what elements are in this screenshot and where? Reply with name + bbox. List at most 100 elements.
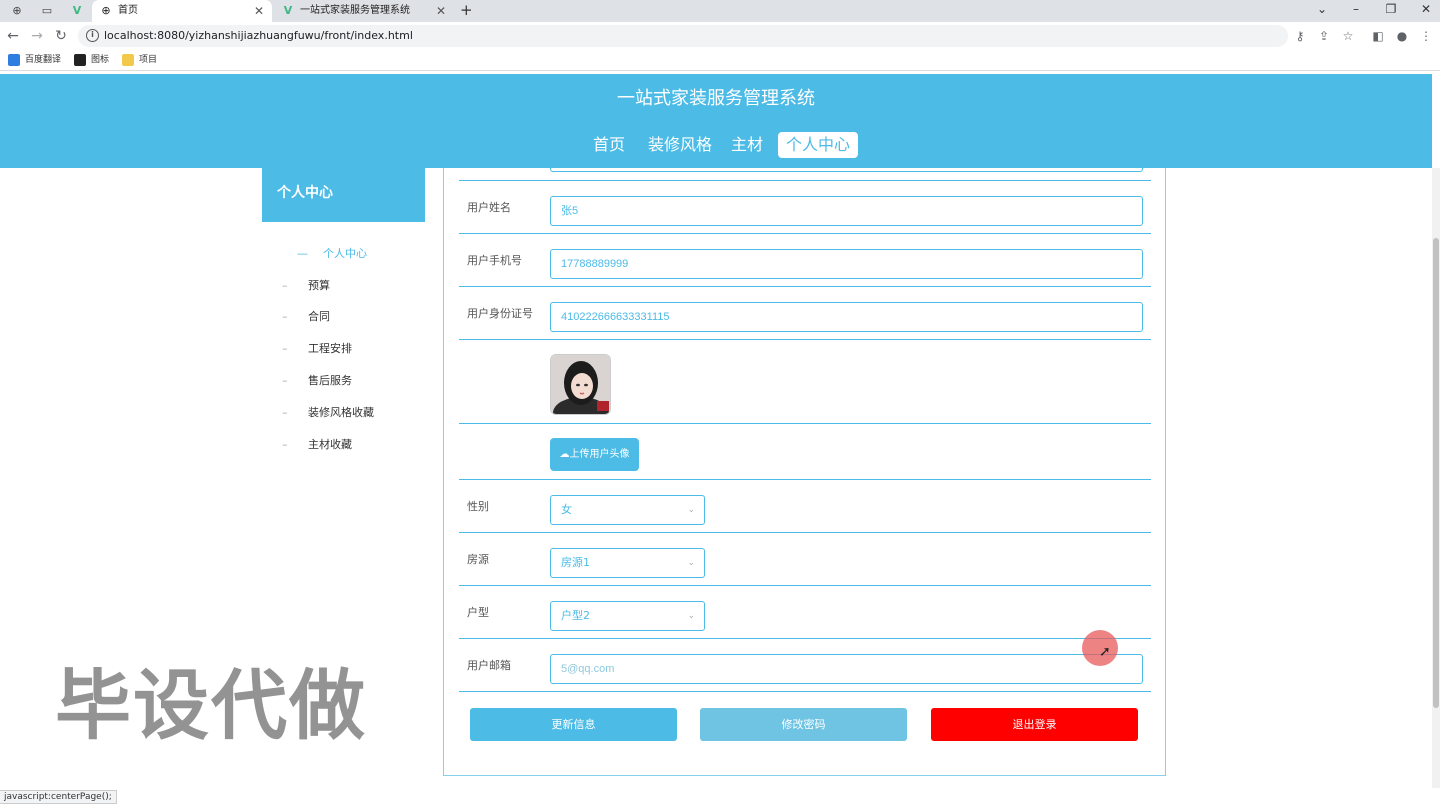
chevron-down-icon: ⌄ [687, 558, 695, 568]
browser-status-bar: javascript:centerPage(); [0, 790, 117, 804]
gender-label: 性别 [467, 500, 489, 513]
site-header: 一站式家装服务管理系统 首页 装修风格 主材 个人中心 [0, 74, 1432, 168]
close-icon[interactable]: ✕ [436, 0, 446, 22]
update-info-button[interactable]: 更新信息 [470, 708, 677, 741]
phone-input[interactable]: 17788889999 [550, 249, 1143, 279]
house-select[interactable]: 房源1 ⌄ [550, 548, 705, 578]
address-bar-row: ← → ↻ i localhost:8080/yizhanshijiazhuan… [0, 22, 1440, 50]
bookmark-label: 图标 [91, 55, 110, 65]
mouse-cursor-icon: ➚ [1099, 644, 1111, 660]
form-row-avatar [459, 340, 1151, 424]
kebab-menu-icon[interactable]: ⋮ [1418, 28, 1434, 44]
bookmarks-bar: 百度翻译 图标 项目 [0, 50, 1440, 71]
user-avatar [550, 354, 611, 415]
gender-select[interactable]: 女 ⌄ [550, 495, 705, 525]
id-number-input[interactable]: 410222666633331115 [550, 302, 1143, 332]
bookmark-icons[interactable]: 图标 [74, 53, 109, 67]
form-row-layout: 户型 户型2 ⌄ [459, 586, 1151, 639]
side-panel-icon[interactable]: ◧ [1370, 28, 1386, 44]
sidebar-item-personal-center[interactable]: — 个人中心 [297, 246, 367, 262]
upload-label: 上传用户头像 [569, 449, 630, 460]
url-omnibox[interactable]: i localhost:8080/yizhanshijiazhuangfuwu/… [78, 25, 1288, 47]
name-label: 用户姓名 [467, 201, 511, 214]
pinned-tab-globe-icon[interactable]: ⊕ [6, 2, 28, 20]
form-row-gender: 性别 女 ⌄ [459, 480, 1151, 533]
site-info-icon[interactable]: i [86, 29, 99, 42]
restore-icon[interactable]: ❐ [1381, 0, 1401, 18]
globe-icon: ⊕ [101, 4, 111, 17]
window-close-icon[interactable]: ✕ [1416, 0, 1436, 18]
layout-label: 户型 [467, 606, 489, 619]
browser-tab-strip: ⊕ ▭ V ⊕ 首页 ✕ V 一站式家装服务管理系统 ✕ + ⌄ – ❐ ✕ [0, 0, 1440, 22]
star-bookmark-icon[interactable]: ☆ [1340, 28, 1356, 44]
upload-avatar-button[interactable]: ☁上传用户头像 [550, 438, 639, 471]
dash-icon: – [282, 342, 288, 355]
dash-icon: — [297, 247, 308, 260]
bookmark-folder-project[interactable]: 项目 [122, 53, 157, 67]
share-icon[interactable]: ⇪ [1316, 28, 1332, 44]
form-row-email: 用户邮箱 5@qq.com [459, 639, 1151, 692]
scrollbar-thumb[interactable] [1433, 238, 1439, 708]
chevron-down-icon: ⌄ [687, 611, 695, 621]
change-password-button[interactable]: 修改密码 [700, 708, 907, 741]
name-input[interactable]: 张5 [550, 196, 1143, 226]
bookmark-baidu-translate[interactable]: 百度翻译 [8, 53, 61, 67]
email-input[interactable]: 5@qq.com [550, 654, 1143, 684]
sidebar-item-budget[interactable]: – 预算 [282, 278, 330, 294]
cloud-upload-icon: ☁ [559, 449, 570, 460]
page-scrollbar[interactable] [1432, 168, 1440, 788]
dash-icon: – [282, 279, 288, 292]
nav-decoration-style[interactable]: 装修风格 [648, 132, 712, 158]
sidebar-item-contract[interactable]: – 合同 [282, 309, 330, 325]
tab-title: 一站式家装服务管理系统 [300, 5, 410, 16]
tab-search-chevron-icon[interactable]: ⌄ [1312, 0, 1332, 18]
nav-personal-center[interactable]: 个人中心 [778, 132, 859, 158]
url-text[interactable]: localhost:8080/yizhanshijiazhuangfuwu/fr… [104, 25, 413, 47]
watermark-text: 毕设代做 [55, 661, 367, 750]
gender-value: 女 [561, 503, 572, 516]
image-icon [74, 54, 86, 66]
vue-icon: V [283, 4, 293, 17]
sidebar-item-after-sales[interactable]: – 售后服务 [282, 373, 352, 389]
new-tab-plus-icon[interactable]: + [460, 0, 473, 20]
id-number-label: 用户身份证号 [467, 307, 533, 320]
email-label: 用户邮箱 [467, 659, 511, 672]
minimize-icon[interactable]: – [1346, 0, 1366, 18]
profile-form-panel: 用户姓名 张5 用户手机号 17788889999 用户身份证号 4102226… [443, 134, 1166, 776]
dash-icon: – [282, 310, 288, 323]
sidebar-item-label: 装修风格收藏 [308, 406, 374, 419]
reload-icon[interactable]: ↻ [52, 27, 70, 45]
chevron-down-icon: ⌄ [687, 505, 695, 515]
phone-label: 用户手机号 [467, 254, 522, 267]
close-icon[interactable]: ✕ [254, 0, 264, 22]
pinned-tab-vue-icon[interactable]: V [66, 2, 88, 20]
tab-title: 首页 [118, 5, 138, 16]
nav-main-materials[interactable]: 主材 [731, 132, 763, 158]
logout-button[interactable]: 退出登录 [931, 708, 1138, 741]
key-icon[interactable]: ⚷ [1292, 28, 1308, 44]
bookmark-label: 百度翻译 [25, 55, 62, 65]
profile-avatar-icon[interactable]: ● [1394, 28, 1410, 44]
form-row-id-number: 用户身份证号 410222666633331115 [459, 287, 1151, 340]
form-row-name: 用户姓名 张5 [459, 181, 1151, 234]
browser-tab-system[interactable]: V 一站式家装服务管理系统 ✕ [274, 0, 454, 22]
sidebar-item-material-favorites[interactable]: – 主材收藏 [282, 437, 352, 453]
back-arrow-icon[interactable]: ← [4, 27, 22, 45]
house-value: 房源1 [561, 556, 590, 569]
house-label: 房源 [467, 553, 489, 566]
form-row-phone: 用户手机号 17788889999 [459, 234, 1151, 287]
form-row-upload: ☁上传用户头像 [459, 424, 1151, 480]
sidebar-item-label: 主材收藏 [308, 438, 352, 451]
sidebar-item-style-favorites[interactable]: – 装修风格收藏 [282, 405, 374, 421]
forward-arrow-icon[interactable]: → [28, 27, 46, 45]
pinned-tab-blank-icon[interactable]: ▭ [36, 2, 58, 20]
sidebar-item-schedule[interactable]: – 工程安排 [282, 341, 352, 357]
layout-select[interactable]: 户型2 ⌄ [550, 601, 705, 631]
sidebar-item-label: 工程安排 [308, 342, 352, 355]
nav-home[interactable]: 首页 [593, 132, 625, 158]
dash-icon: – [282, 374, 288, 387]
browser-tab-home[interactable]: ⊕ 首页 ✕ [92, 0, 272, 22]
folder-icon [122, 54, 134, 66]
sidebar-title: 个人中心 [262, 168, 425, 222]
site-title: 一站式家装服务管理系统 [617, 88, 815, 109]
